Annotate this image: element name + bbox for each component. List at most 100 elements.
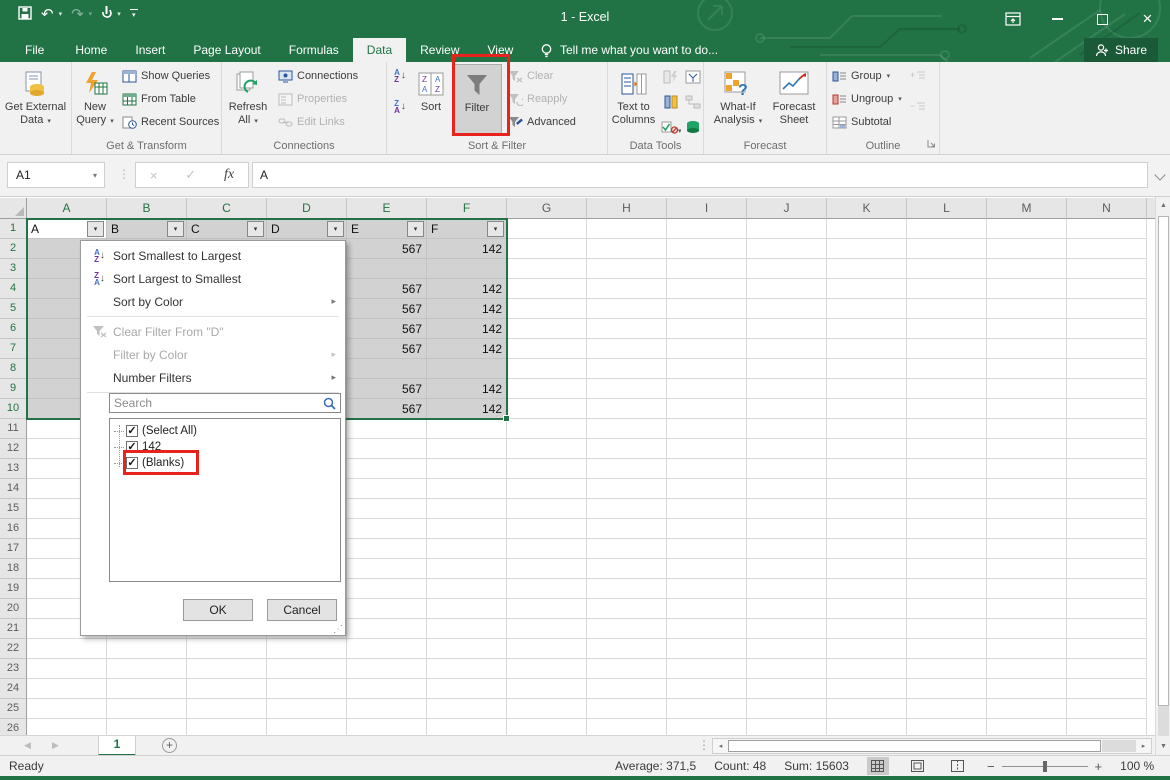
cell-C24[interactable] bbox=[187, 679, 267, 699]
cell-M8[interactable] bbox=[987, 359, 1067, 379]
cell-F11[interactable] bbox=[427, 419, 507, 439]
cell-F16[interactable] bbox=[427, 519, 507, 539]
cell-N14[interactable] bbox=[1067, 479, 1147, 499]
tab-review[interactable]: Review bbox=[406, 38, 473, 62]
cell-M24[interactable] bbox=[987, 679, 1067, 699]
row-header-4[interactable]: 4 bbox=[0, 279, 27, 299]
cell-F10[interactable]: 142 bbox=[427, 399, 507, 419]
vertical-scroll-thumb[interactable] bbox=[1158, 216, 1169, 706]
cell-G16[interactable] bbox=[507, 519, 587, 539]
new-sheet-button[interactable]: + bbox=[162, 738, 177, 753]
cell-F20[interactable] bbox=[427, 599, 507, 619]
cell-F17[interactable] bbox=[427, 539, 507, 559]
row-header-9[interactable]: 9 bbox=[0, 379, 27, 399]
filter-value-142[interactable]: ✓142 bbox=[110, 439, 340, 455]
cell-J18[interactable] bbox=[747, 559, 827, 579]
row-header-3[interactable]: 3 bbox=[0, 259, 27, 279]
cell-K13[interactable] bbox=[827, 459, 907, 479]
cell-K3[interactable] bbox=[827, 259, 907, 279]
cell-E21[interactable] bbox=[347, 619, 427, 639]
tell-me-box[interactable]: Tell me what you want to do... bbox=[540, 38, 718, 62]
cell-J7[interactable] bbox=[747, 339, 827, 359]
tab-view[interactable]: View bbox=[474, 38, 528, 62]
cell-N7[interactable] bbox=[1067, 339, 1147, 359]
row-header-17[interactable]: 17 bbox=[0, 539, 27, 559]
cell-D23[interactable] bbox=[267, 659, 347, 679]
cell-J11[interactable] bbox=[747, 419, 827, 439]
cell-F24[interactable] bbox=[427, 679, 507, 699]
cell-E4[interactable]: 567 bbox=[347, 279, 427, 299]
filter-dropdown-button-E1[interactable]: ▾ bbox=[407, 221, 424, 237]
cell-B26[interactable] bbox=[107, 719, 187, 735]
scroll-right-icon[interactable]: ▸ bbox=[1136, 739, 1151, 753]
advanced-filter-button[interactable]: Advanced bbox=[508, 114, 576, 130]
cell-G24[interactable] bbox=[507, 679, 587, 699]
cell-M3[interactable] bbox=[987, 259, 1067, 279]
cell-N1[interactable] bbox=[1067, 219, 1147, 239]
cancel-button[interactable]: Cancel bbox=[267, 599, 337, 621]
cell-I14[interactable] bbox=[667, 479, 747, 499]
cell-F26[interactable] bbox=[427, 719, 507, 735]
cell-E22[interactable] bbox=[347, 639, 427, 659]
cell-K7[interactable] bbox=[827, 339, 907, 359]
cell-A22[interactable] bbox=[27, 639, 107, 659]
cell-F13[interactable] bbox=[427, 459, 507, 479]
cell-H11[interactable] bbox=[587, 419, 667, 439]
cell-L15[interactable] bbox=[907, 499, 987, 519]
menu-resize-grip[interactable]: ⋰ bbox=[333, 624, 343, 635]
row-header-12[interactable]: 12 bbox=[0, 439, 27, 459]
tab-formulas[interactable]: Formulas bbox=[275, 38, 353, 62]
cell-F3[interactable] bbox=[427, 259, 507, 279]
filter-dropdown-button-D1[interactable]: ▾ bbox=[327, 221, 344, 237]
cell-H5[interactable] bbox=[587, 299, 667, 319]
cell-M12[interactable] bbox=[987, 439, 1067, 459]
cell-E13[interactable] bbox=[347, 459, 427, 479]
cell-F1[interactable]: F▾ bbox=[427, 219, 507, 239]
checkbox-checked-icon[interactable]: ✓ bbox=[126, 425, 138, 437]
cell-N6[interactable] bbox=[1067, 319, 1147, 339]
cell-E17[interactable] bbox=[347, 539, 427, 559]
cell-J24[interactable] bbox=[747, 679, 827, 699]
row-header-15[interactable]: 15 bbox=[0, 499, 27, 519]
cell-H22[interactable] bbox=[587, 639, 667, 659]
sort-ascending-button[interactable]: AZ↓ bbox=[390, 67, 410, 84]
cell-I17[interactable] bbox=[667, 539, 747, 559]
cell-L6[interactable] bbox=[907, 319, 987, 339]
cell-E18[interactable] bbox=[347, 559, 427, 579]
column-header-D[interactable]: D bbox=[267, 198, 347, 219]
cell-I23[interactable] bbox=[667, 659, 747, 679]
cell-B23[interactable] bbox=[107, 659, 187, 679]
cell-E8[interactable] bbox=[347, 359, 427, 379]
cell-F4[interactable]: 142 bbox=[427, 279, 507, 299]
from-table-button[interactable]: From Table bbox=[122, 91, 219, 107]
cell-J23[interactable] bbox=[747, 659, 827, 679]
cell-A24[interactable] bbox=[27, 679, 107, 699]
cell-I12[interactable] bbox=[667, 439, 747, 459]
get-external-data-button[interactable]: Get ExternalData ▾ bbox=[5, 64, 66, 136]
filter-value-blanks[interactable]: ✓(Blanks) bbox=[110, 455, 340, 471]
minimize-button[interactable] bbox=[1035, 0, 1080, 38]
cell-A26[interactable] bbox=[27, 719, 107, 735]
insert-function-icon[interactable]: fx bbox=[224, 167, 234, 183]
row-header-6[interactable]: 6 bbox=[0, 319, 27, 339]
cell-L4[interactable] bbox=[907, 279, 987, 299]
cell-C23[interactable] bbox=[187, 659, 267, 679]
cell-N13[interactable] bbox=[1067, 459, 1147, 479]
remove-duplicates-button[interactable] bbox=[661, 93, 681, 110]
cell-L12[interactable] bbox=[907, 439, 987, 459]
cell-K22[interactable] bbox=[827, 639, 907, 659]
cell-N5[interactable] bbox=[1067, 299, 1147, 319]
cell-L17[interactable] bbox=[907, 539, 987, 559]
cell-I24[interactable] bbox=[667, 679, 747, 699]
horizontal-scroll-thumb[interactable] bbox=[728, 740, 1101, 752]
cell-F25[interactable] bbox=[427, 699, 507, 719]
cell-N12[interactable] bbox=[1067, 439, 1147, 459]
cell-F15[interactable] bbox=[427, 499, 507, 519]
cell-G1[interactable] bbox=[507, 219, 587, 239]
cell-I11[interactable] bbox=[667, 419, 747, 439]
column-header-B[interactable]: B bbox=[107, 198, 187, 219]
connections-button[interactable]: Connections bbox=[278, 68, 358, 84]
new-query-button[interactable]: NewQuery ▾ bbox=[72, 64, 118, 136]
cell-L13[interactable] bbox=[907, 459, 987, 479]
scroll-left-icon[interactable]: ◂ bbox=[713, 739, 728, 753]
